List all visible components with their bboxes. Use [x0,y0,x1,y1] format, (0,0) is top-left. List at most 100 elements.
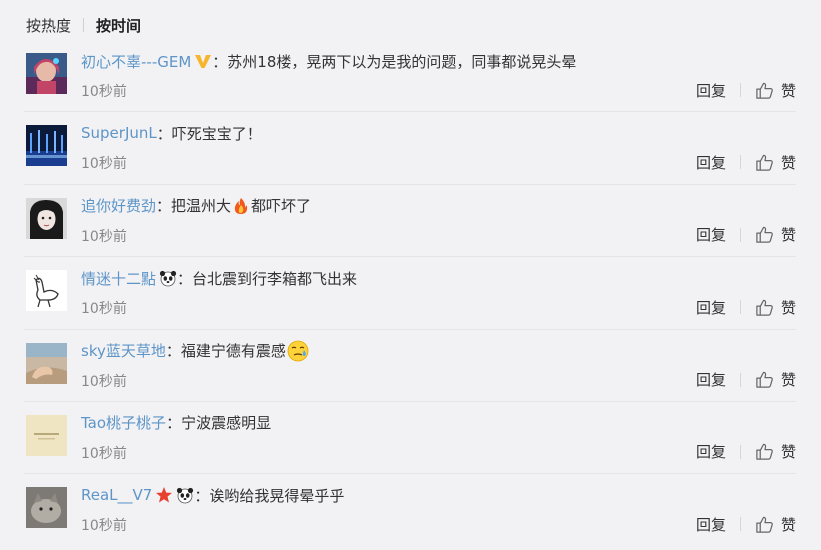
comment-text: 宁波震感明显 [181,414,272,433]
comment-line: 情迷十二點 ： 台北震到行李箱都飞出来 [81,267,357,289]
comment-line: SuperJunL ： 吓死宝宝了！ [81,122,262,144]
username[interactable]: 初心不辜---GEM [81,51,191,72]
thumbs-up-icon [755,298,774,317]
like-button[interactable]: 赞 [755,152,796,173]
comment-text: 把温州大 [171,197,232,216]
avatar[interactable] [26,487,67,529]
comment-item: 追你好费劲 ： 把温州大 都吓坏了 10秒前 回复 赞 [24,185,796,258]
action-divider [739,372,741,387]
sort-tabs: 按热度 按时间 [26,14,141,36]
reply-button[interactable]: 回复 [696,224,726,245]
reply-button[interactable]: 回复 [696,369,726,390]
panda-icon[interactable] [176,486,194,504]
comment-line: 初心不辜---GEM ： 苏州18楼，晃两下以为是我的问题，同事都说晃头晕 [81,50,576,72]
action-divider [739,444,741,459]
thumbs-up-icon [755,370,774,389]
sort-by-hot-tab[interactable]: 按热度 [26,15,71,36]
reply-button[interactable]: 回复 [696,297,726,318]
reply-button[interactable]: 回复 [696,152,726,173]
username[interactable]: SuperJunL [81,124,157,142]
comment-actions: 回复 赞 [696,296,796,318]
comment-line: ReaL__V7 ： 诶哟给我晃得晕乎乎 [81,484,344,506]
comment-text: 苏州18楼，晃两下以为是我的问题，同事都说晃头晕 [227,52,577,71]
avatar[interactable] [26,197,67,239]
username[interactable]: 追你好费劲 [81,195,156,216]
like-label: 赞 [780,371,796,390]
colon: ： [165,342,181,361]
colon: ： [177,269,193,288]
like-button[interactable]: 赞 [755,297,796,318]
comment-item: 初心不辜---GEM ： 苏州18楼，晃两下以为是我的问题，同事都说晃头晕 10… [24,40,796,113]
comment-actions: 回复 赞 [696,224,796,246]
red-star-icon[interactable] [155,486,173,504]
action-divider [739,227,741,242]
fire-emoji-icon [232,197,250,215]
vip-v-icon[interactable] [194,52,212,70]
comment-text: 吓死宝宝了！ [171,124,262,143]
colon: ： [156,124,172,143]
comment-line: Tao桃子桃子 ： 宁波震感明显 [81,412,271,434]
comment-line: 追你好费劲 ： 把温州大 都吓坏了 [81,195,311,217]
sort-by-time-tab[interactable]: 按时间 [96,15,141,36]
colon: ： [166,414,182,433]
thumbs-up-icon [755,515,774,534]
like-label: 赞 [780,443,796,462]
comment-actions: 回复 赞 [696,151,796,173]
like-label: 赞 [780,515,796,534]
thumbs-up-icon [755,442,774,461]
action-divider [739,155,741,170]
comment-actions: 回复 赞 [696,441,796,463]
action-divider [739,517,741,532]
sweat-face-emoji-icon [287,340,309,362]
reply-button[interactable]: 回复 [696,441,726,462]
username[interactable]: 情迷十二點 [81,268,156,289]
comment-item: SuperJunL ： 吓死宝宝了！ 10秒前 回复 赞 [24,112,796,185]
thumbs-up-icon [755,81,774,100]
avatar[interactable] [26,125,67,167]
comment-item: sky蓝天草地 ： 福建宁德有震感 10秒前 回复 赞 [24,330,796,402]
action-divider [739,300,741,315]
comment-time: 10秒前 [81,156,127,173]
comment-time: 10秒前 [81,301,127,318]
reply-button[interactable]: 回复 [696,514,726,535]
avatar[interactable] [26,53,67,94]
username[interactable]: sky蓝天草地 [81,340,166,361]
comment-time: 10秒前 [81,228,127,245]
comment-line: sky蓝天草地 ： 福建宁德有震感 [81,340,310,362]
comment-actions: 回复 赞 [696,513,796,535]
like-button[interactable]: 赞 [755,514,796,535]
comment-time: 10秒前 [81,518,127,535]
reply-button[interactable]: 回复 [696,80,726,101]
thumbs-up-icon [755,225,774,244]
comment-text: 台北震到行李箱都飞出来 [192,269,358,288]
comment-time: 10秒前 [81,84,127,100]
colon: ： [156,197,172,216]
comment-list: 初心不辜---GEM ： 苏州18楼，晃两下以为是我的问题，同事都说晃头晕 10… [24,40,796,547]
comment-text: 诶哟给我晃得晕乎乎 [209,486,345,505]
like-label: 赞 [780,226,796,245]
avatar[interactable] [26,414,67,456]
colon: ： [212,52,228,71]
action-divider [739,83,741,97]
comment-item: ReaL__V7 ： 诶哟给我晃得晕乎乎 10秒前 回复 赞 [24,474,796,546]
username[interactable]: Tao桃子桃子 [81,412,166,433]
comment-text-tail: 都吓坏了 [251,197,312,216]
like-button[interactable]: 赞 [755,369,796,390]
panda-icon[interactable] [159,269,177,287]
avatar[interactable] [26,270,67,312]
comment-text: 福建宁德有震感 [180,342,286,361]
like-label: 赞 [780,153,796,172]
comment-item: Tao桃子桃子 ： 宁波震感明显 10秒前 回复 赞 [24,402,796,475]
like-button[interactable]: 赞 [755,441,796,462]
comment-time: 10秒前 [81,373,127,390]
thumbs-up-icon [755,153,774,172]
like-button[interactable]: 赞 [755,224,796,245]
sort-divider [83,18,85,32]
comment-item: 情迷十二點 ： 台北震到行李箱都飞出来 10秒前 回复 赞 [24,257,796,330]
like-button[interactable]: 赞 [755,80,796,101]
comment-actions: 回复 赞 [696,369,796,391]
comment-time: 10秒前 [81,445,127,462]
username[interactable]: ReaL__V7 [81,486,152,504]
avatar[interactable] [26,342,67,384]
like-label: 赞 [780,81,796,100]
